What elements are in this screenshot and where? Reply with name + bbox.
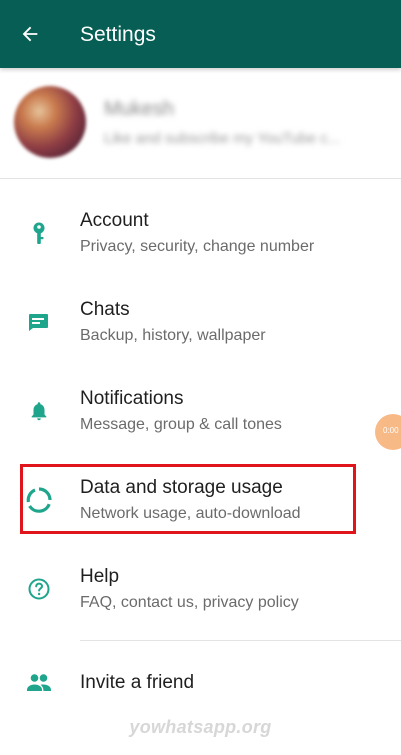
key-icon (24, 218, 54, 248)
item-subtitle: Privacy, security, change number (80, 238, 315, 255)
item-subtitle: Message, group & call tones (80, 416, 282, 433)
item-title: Invite a friend (80, 672, 195, 693)
chat-icon (24, 307, 54, 337)
back-button[interactable] (10, 14, 50, 54)
avatar[interactable] (14, 86, 86, 158)
item-title: Notifications (80, 388, 184, 409)
highlight-box (20, 464, 356, 534)
item-title: Help (80, 566, 120, 587)
arrow-left-icon (22, 26, 38, 42)
profile-row[interactable]: Mukesh Like and subscribe my YouTube c..… (0, 68, 401, 178)
settings-item-chats[interactable]: Chats Backup, history, wallpaper (0, 287, 401, 357)
settings-item-account[interactable]: Account Privacy, security, change number (0, 198, 401, 268)
people-icon (24, 668, 54, 698)
settings-item-help[interactable]: Help FAQ, contact us, privacy policy (0, 554, 401, 624)
page-title: Settings (80, 23, 156, 46)
watermark: yowhatsapp.org (129, 717, 272, 737)
profile-name: Mukesh (104, 98, 175, 120)
settings-item-invite[interactable]: Invite a friend (0, 656, 401, 712)
app-bar: Settings (0, 0, 401, 68)
bell-icon (24, 396, 54, 426)
item-subtitle: FAQ, contact us, privacy policy (80, 594, 299, 611)
profile-status: Like and subscribe my YouTube c... (104, 130, 341, 147)
item-title: Chats (80, 299, 130, 320)
item-title: Account (80, 210, 149, 231)
divider (0, 178, 401, 179)
divider (80, 640, 401, 641)
item-subtitle: Backup, history, wallpaper (80, 327, 266, 344)
help-icon (24, 574, 54, 604)
floating-badge-text: 0:00 (383, 426, 399, 435)
settings-item-notifications[interactable]: Notifications Message, group & call tone… (0, 376, 401, 446)
